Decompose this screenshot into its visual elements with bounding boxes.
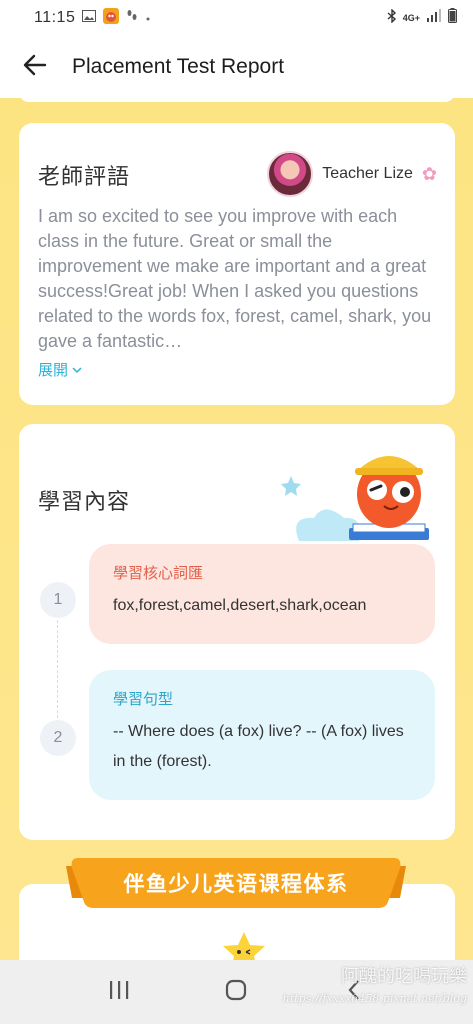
app-notification-icon — [103, 7, 120, 29]
report-content[interactable]: 老師評語 Teacher Lize ✿ I am so excited to s… — [0, 98, 473, 960]
expand-button[interactable]: 展開 — [38, 359, 82, 380]
chevron-down-icon — [72, 361, 82, 378]
teacher-info: Teacher Lize ✿ — [267, 151, 437, 197]
learning-content-card: 學習內容 1 2 學習核心詞匯 fox,forest,camel,desert,… — [19, 424, 455, 840]
status-time: 11:15 — [34, 9, 76, 26]
course-system-banner: 伴鱼少儿英语课程体系 — [66, 858, 406, 914]
sentence-pattern-box: 學習句型 -- Where does (a fox) live? -- (A f… — [89, 670, 435, 800]
fish-mascot-illustration — [155, 446, 439, 551]
bluetooth-icon — [387, 7, 397, 28]
learning-content-title: 學習內容 — [38, 489, 131, 514]
status-bar: 11:15 4G+ — [0, 0, 473, 36]
star-mascot-illustration — [219, 930, 269, 960]
gallery-icon — [82, 9, 97, 27]
teacher-avatar — [267, 151, 314, 197]
watermark-title: 阿醜的吃喝玩樂 — [341, 966, 467, 987]
teacher-comment-title: 老師評語 — [38, 164, 131, 189]
app-header: Placement Test Report — [0, 36, 473, 98]
watermark: 阿醜的吃喝玩樂 https://fxxxx6458.pixnet.net/blo… — [283, 966, 467, 1010]
teacher-comment-card: 老師評語 Teacher Lize ✿ I am so excited to s… — [19, 123, 455, 405]
home-button[interactable] — [206, 968, 266, 1016]
course-system-title: 伴鱼少儿英语课程体系 — [123, 873, 349, 896]
dot-icon — [145, 9, 151, 27]
signal-icon — [426, 9, 442, 27]
core-vocabulary-text: fox,forest,camel,desert,shark,ocean — [113, 597, 367, 614]
recent-apps-button[interactable] — [89, 968, 149, 1016]
sentence-pattern-label: 學習句型 — [113, 691, 174, 708]
page-title: Placement Test Report — [72, 55, 285, 78]
flower-icon: ✿ — [421, 163, 437, 184]
home-icon — [225, 979, 247, 1006]
expand-label: 展開 — [38, 362, 69, 379]
item-number: 1 — [40, 582, 76, 618]
battery-icon — [448, 8, 457, 28]
steps-icon — [126, 9, 138, 28]
teacher-name: Teacher Lize — [322, 165, 413, 182]
back-button[interactable] — [0, 36, 70, 98]
core-vocabulary-label: 學習核心詞匯 — [113, 565, 204, 582]
network-type: 4G+ — [402, 13, 420, 23]
arrow-left-icon — [23, 54, 47, 81]
sentence-pattern-text: -- Where does (a fox) live? -- (A fox) l… — [113, 723, 404, 770]
timeline-connector — [57, 620, 58, 718]
core-vocabulary-box: 學習核心詞匯 fox,forest,camel,desert,shark,oce… — [89, 544, 435, 644]
teacher-comment-text: I am so excited to see you improve with … — [38, 206, 432, 351]
previous-card-edge — [19, 98, 455, 102]
item-number: 2 — [40, 720, 76, 756]
watermark-url: https://fxxxx6458.pixnet.net/blog — [282, 992, 467, 1005]
recent-apps-icon — [108, 980, 130, 1005]
